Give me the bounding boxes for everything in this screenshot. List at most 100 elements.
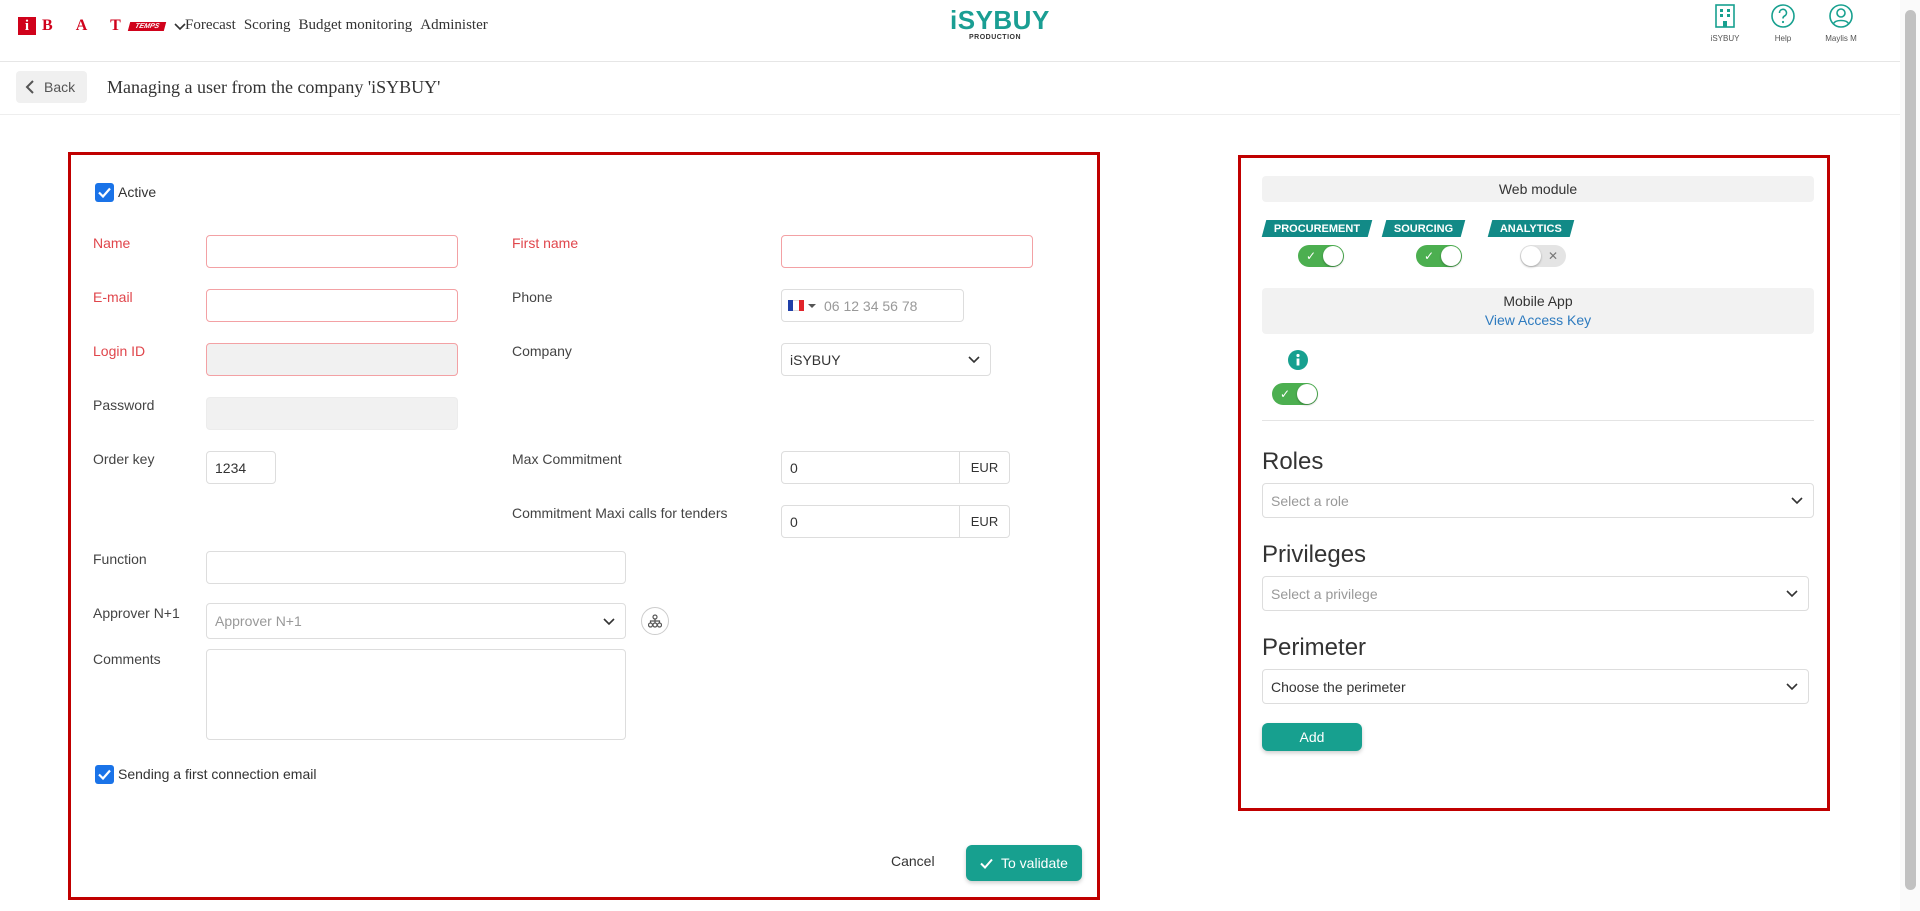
password-label: Password <box>93 397 155 413</box>
brand-environment: PRODUCTION <box>968 34 1022 41</box>
user-icon <box>1829 4 1853 28</box>
privileges-title: Privileges <box>1262 541 1367 568</box>
ibat-logo-mark: i <box>18 17 36 35</box>
isybuy-brand-logo: iSYBUY PRODUCTION <box>950 5 1050 41</box>
chevron-down-icon <box>968 356 980 364</box>
company-value: iSYBUY <box>790 351 841 368</box>
comments-textarea[interactable] <box>206 649 626 740</box>
check-icon <box>98 187 111 198</box>
perimeter-value: Choose the perimeter <box>1271 678 1406 695</box>
analytics-toggle[interactable]: ✕ <box>1520 245 1566 267</box>
web-module-header: Web module <box>1262 176 1814 202</box>
module-procurement-tag: PROCUREMENT <box>1261 220 1373 237</box>
help-label: Help <box>1774 34 1792 43</box>
company-label: Company <box>512 343 572 359</box>
help-icon <box>1771 4 1795 28</box>
toggle-knob <box>1323 246 1343 266</box>
toggle-knob <box>1297 384 1317 404</box>
ibat-logo[interactable]: i B A T TEMPS <box>18 17 187 35</box>
mobile-app-title: Mobile App <box>1503 293 1573 309</box>
nav-scoring[interactable]: Scoring <box>244 17 291 34</box>
check-icon <box>98 769 111 780</box>
perimeter-title: Perimeter <box>1262 634 1367 661</box>
active-label: Active <box>118 184 157 200</box>
nav-budget-monitoring[interactable]: Budget monitoring <box>299 17 413 34</box>
divider <box>1262 420 1814 421</box>
function-label: Function <box>93 551 147 567</box>
orderkey-label: Order key <box>93 451 155 467</box>
validate-label: To validate <box>1001 855 1068 871</box>
cancel-button[interactable]: Cancel <box>891 853 935 869</box>
module-sourcing-tag: SOURCING <box>1381 220 1466 237</box>
mobile-app-toggle[interactable]: ✓ <box>1272 383 1318 405</box>
check-icon: ✓ <box>1280 387 1291 401</box>
nav-administer[interactable]: Administer <box>420 17 488 34</box>
toggle-knob <box>1441 246 1461 266</box>
caret-down-icon[interactable] <box>808 303 816 309</box>
scrollbar-thumb[interactable] <box>1905 10 1916 890</box>
access-rights-panel: Web module PROCUREMENT SOURCING ANALYTIC… <box>1238 155 1830 811</box>
validate-button[interactable]: To validate <box>966 845 1082 881</box>
mobile-app-header: Mobile App View Access Key <box>1262 288 1814 334</box>
name-label: Name <box>93 235 131 251</box>
user-menu[interactable]: Maylis M <box>1822 2 1860 43</box>
function-input[interactable] <box>206 551 626 584</box>
hierarchy-icon <box>648 614 662 628</box>
phone-input[interactable]: 06 12 34 56 78 <box>781 289 964 322</box>
brand-name: iSYBUY <box>950 5 1050 35</box>
max-commitment-currency: EUR <box>960 451 1010 484</box>
chevron-down-icon <box>1791 497 1803 505</box>
privilege-select[interactable]: Select a privilege <box>1262 576 1809 611</box>
check-icon <box>980 858 993 869</box>
help-button[interactable]: Help <box>1764 2 1802 43</box>
france-flag-icon[interactable] <box>788 300 804 311</box>
role-placeholder: Select a role <box>1271 492 1349 509</box>
sourcing-toggle[interactable]: ✓ <box>1416 245 1462 267</box>
company-switcher-label: iSYBUY <box>1710 34 1740 43</box>
close-icon: ✕ <box>1547 249 1558 263</box>
page-header: Back Managing a user from the company 'i… <box>0 63 1900 115</box>
view-access-key-link[interactable]: View Access Key <box>1262 311 1814 330</box>
company-select[interactable]: iSYBUY <box>781 343 991 376</box>
chevron-down-icon <box>1786 683 1798 691</box>
info-icon[interactable] <box>1287 349 1309 371</box>
ibat-logo-letters: B A T <box>42 17 131 34</box>
phone-placeholder: 06 12 34 56 78 <box>824 297 918 314</box>
firstname-input[interactable] <box>781 235 1033 268</box>
role-select[interactable]: Select a role <box>1262 483 1814 518</box>
send-email-label: Sending a first connection email <box>118 766 317 782</box>
orderkey-input[interactable]: 1234 <box>206 451 276 484</box>
org-chart-button[interactable] <box>641 607 669 635</box>
procurement-toggle[interactable]: ✓ <box>1298 245 1344 267</box>
building-icon <box>1715 4 1735 28</box>
send-email-checkbox[interactable] <box>95 765 114 784</box>
email-input[interactable] <box>206 289 458 322</box>
approver-label: Approver N+1 <box>93 605 180 621</box>
add-button[interactable]: Add <box>1262 723 1362 751</box>
ibat-logo-badge: TEMPS <box>127 21 167 31</box>
approver-select[interactable]: Approver N+1 <box>206 603 626 639</box>
chevron-left-icon <box>25 80 34 94</box>
name-input[interactable] <box>206 235 458 268</box>
comments-label: Comments <box>93 651 161 667</box>
chevron-down-icon <box>603 618 615 626</box>
company-switcher[interactable]: iSYBUY <box>1706 2 1744 43</box>
perimeter-select[interactable]: Choose the perimeter <box>1262 669 1809 704</box>
module-analytics-tag: ANALYTICS <box>1487 220 1575 237</box>
page-title: Managing a user from the company 'iSYBUY… <box>107 77 441 97</box>
user-name: Maylis M <box>1825 34 1857 43</box>
back-button[interactable]: Back <box>16 71 88 103</box>
max-commitment-label: Max Commitment <box>512 451 622 467</box>
active-checkbox[interactable] <box>95 183 114 202</box>
top-icons: iSYBUY Help Maylis M <box>1706 2 1860 43</box>
main-nav: Forecast Scoring Budget monitoring Admin… <box>185 17 488 34</box>
nav-forecast[interactable]: Forecast <box>185 17 236 34</box>
page-scrollbar[interactable] <box>1900 0 1920 911</box>
user-form-panel: Active Name First name E-mail Phone 06 1… <box>68 152 1100 900</box>
max-commitment-input[interactable]: 0 <box>781 451 960 484</box>
tender-commitment-input[interactable]: 0 <box>781 505 960 538</box>
check-icon: ✓ <box>1424 249 1435 263</box>
back-label: Back <box>44 79 76 95</box>
login-input <box>206 343 458 376</box>
tender-commitment-currency: EUR <box>960 505 1010 538</box>
